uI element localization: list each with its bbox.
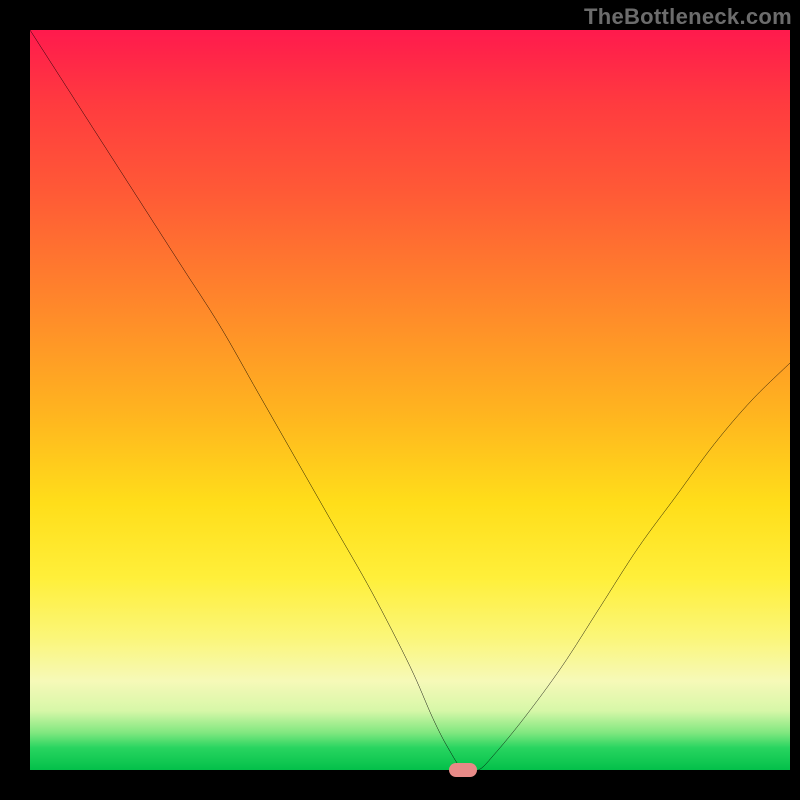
watermark-label: TheBottleneck.com [584, 4, 792, 30]
plot-area [30, 30, 790, 770]
bottleneck-curve [30, 30, 790, 770]
curve-layer [30, 30, 790, 770]
minimum-marker [449, 763, 477, 777]
chart-stage: TheBottleneck.com [0, 0, 800, 800]
